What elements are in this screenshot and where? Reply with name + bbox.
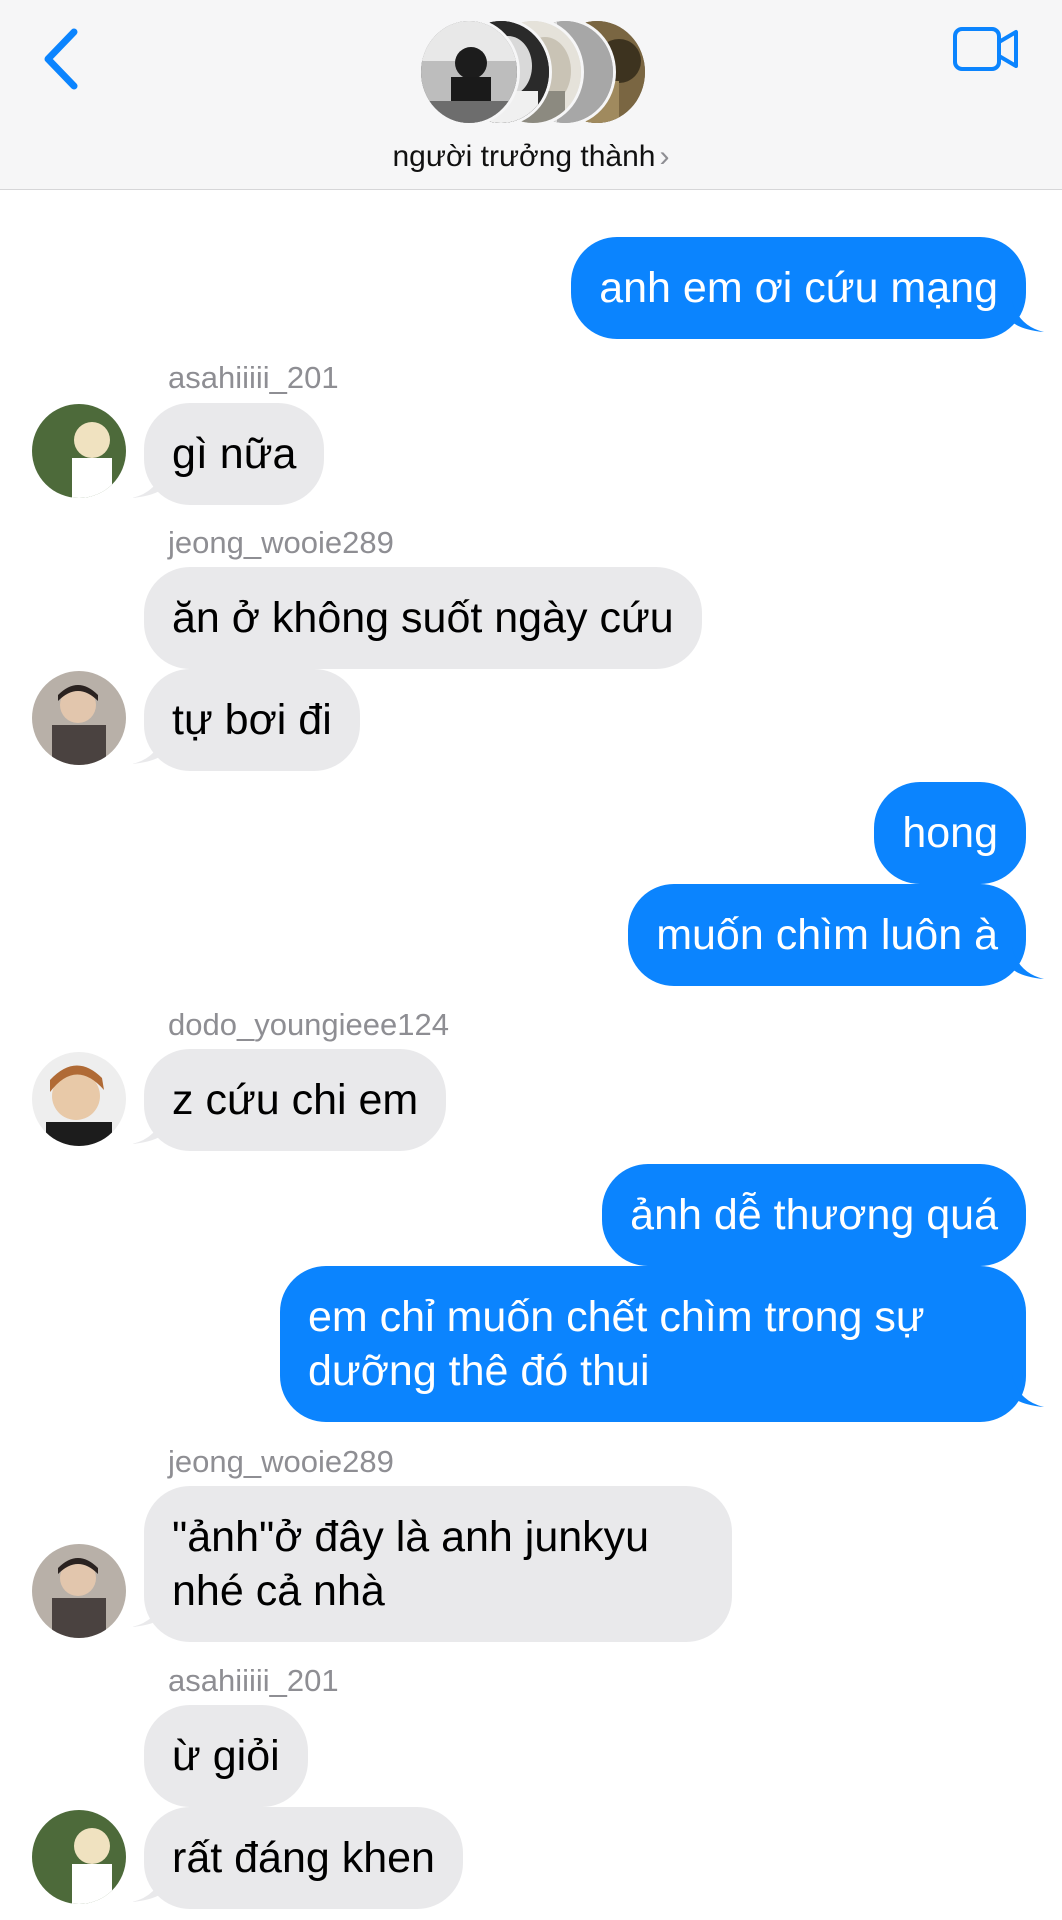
- outgoing-message[interactable]: hong: [874, 782, 1026, 884]
- video-call-button[interactable]: [952, 26, 1020, 72]
- group-member-avatar: [418, 18, 520, 126]
- chevron-right-icon: ›: [659, 140, 670, 173]
- bubble-tail: [1012, 947, 1044, 979]
- avatar[interactable]: [32, 1544, 126, 1638]
- incoming-message[interactable]: gì nữa: [144, 403, 325, 505]
- group-name: người trưởng thành: [392, 140, 656, 173]
- bubble-tail: [132, 1870, 164, 1902]
- avatar[interactable]: [32, 671, 126, 765]
- incoming-message[interactable]: ăn ở không suốt ngày cứu: [144, 567, 702, 669]
- avatar[interactable]: [32, 1052, 126, 1146]
- outgoing-message[interactable]: muốn chìm luôn à: [628, 884, 1026, 986]
- bubble-tail: [1012, 300, 1044, 332]
- incoming-message[interactable]: ừ giỏi: [144, 1705, 308, 1807]
- sender-name: asahiiiii_201: [168, 1663, 339, 1698]
- sender-name: asahiiiii_201: [168, 360, 339, 395]
- sender-name: jeong_wooie289: [168, 1444, 394, 1479]
- message-list[interactable]: anh em ơi cứu mạng asahiiiii_201 gì nữa …: [0, 190, 1062, 1920]
- sender-name: jeong_wooie289: [168, 525, 394, 560]
- outgoing-message[interactable]: ảnh dễ thương quá: [602, 1164, 1026, 1266]
- incoming-message[interactable]: "ảnh"ở đây là anh junkyu nhé cả nhà: [144, 1486, 732, 1642]
- incoming-message[interactable]: z cứu chi em: [144, 1049, 447, 1151]
- group-avatar-stack[interactable]: [418, 18, 648, 128]
- avatar[interactable]: [32, 404, 126, 498]
- sender-name: dodo_youngieee124: [168, 1007, 449, 1042]
- outgoing-message[interactable]: anh em ơi cứu mạng: [571, 237, 1026, 339]
- outgoing-message[interactable]: em chỉ muốn chết chìm trong sự dưỡng thê…: [280, 1266, 1026, 1422]
- incoming-message[interactable]: rất đáng khen: [144, 1807, 463, 1909]
- bubble-tail: [132, 1595, 164, 1627]
- bubble-tail: [132, 466, 164, 498]
- video-camera-icon: [953, 27, 1018, 71]
- group-name-button[interactable]: người trưởng thành ›: [0, 140, 1062, 174]
- back-button[interactable]: [38, 26, 88, 92]
- incoming-message[interactable]: tự bơi đi: [144, 669, 360, 771]
- chevron-left-icon: [44, 28, 78, 90]
- conversation-header: người trưởng thành ›: [0, 0, 1062, 190]
- bubble-tail: [132, 1112, 164, 1144]
- bubble-tail: [1012, 1375, 1044, 1407]
- avatar[interactable]: [32, 1810, 126, 1904]
- bubble-tail: [132, 732, 164, 764]
